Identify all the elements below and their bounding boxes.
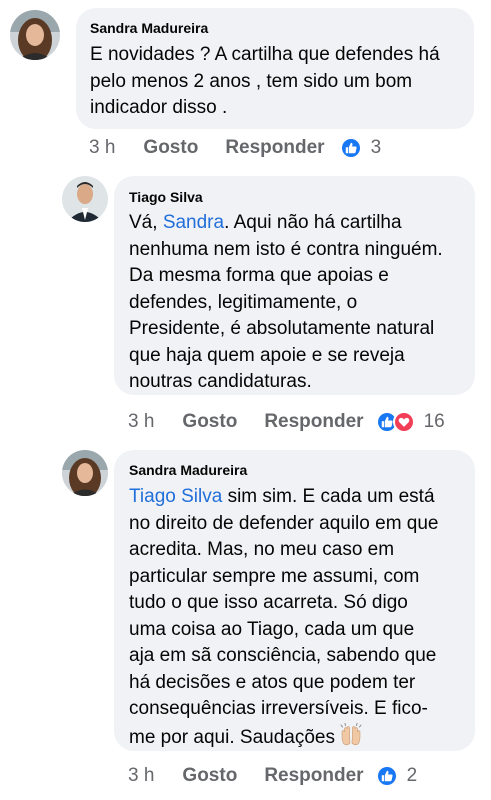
like-button[interactable]: Gosto bbox=[143, 137, 198, 159]
comment-text-line: indicador disso . bbox=[90, 97, 228, 118]
comment-actions: 3 h Gosto Responder 3 bbox=[89, 134, 389, 162]
comment-text-line: consequências irreversíveis. E fico- bbox=[129, 698, 428, 719]
like-icon bbox=[375, 765, 398, 787]
reactions-summary[interactable]: 16 bbox=[375, 411, 445, 433]
comment-bubble: Sandra Madureira E novidades ? A cartilh… bbox=[76, 8, 474, 129]
comment-bubble: Sandra Madureira Tiago Silva sim sim. E … bbox=[114, 450, 475, 751]
like-button[interactable]: Gosto bbox=[182, 411, 237, 433]
comment-timestamp[interactable]: 3 h bbox=[128, 411, 154, 433]
comment-text-line: me por aqui. Saudações bbox=[129, 722, 461, 756]
reply-button[interactable]: Responder bbox=[264, 411, 363, 433]
reaction-count: 3 bbox=[370, 137, 382, 158]
avatar[interactable] bbox=[10, 10, 60, 60]
profile-photo-sandra bbox=[62, 450, 108, 496]
comment-author[interactable]: Sandra Madureira bbox=[129, 462, 461, 478]
text-fragment: Vá, bbox=[129, 212, 163, 233]
reactions-summary[interactable]: 3 bbox=[339, 137, 382, 159]
avatar[interactable] bbox=[62, 450, 108, 496]
comment-text-line: tudo o que isso acarreta. Só digo bbox=[129, 592, 408, 613]
comment-author[interactable]: Sandra Madureira bbox=[90, 20, 460, 36]
profile-photo-tiago bbox=[62, 176, 108, 222]
comment-text-line: Tiago Silva sim sim. E cada um está bbox=[129, 484, 461, 511]
comment-text-line: que haja quem apoie e se reveja bbox=[129, 344, 405, 366]
comment-text-line: nenhuma nem isto é contra ninguém. bbox=[129, 238, 443, 260]
reply-button[interactable]: Responder bbox=[225, 137, 324, 159]
comment-text-line: aja em sã consciência, sabendo que bbox=[129, 645, 437, 666]
text-fragment: sim sim. E cada um está bbox=[222, 486, 435, 507]
avatar[interactable] bbox=[62, 176, 108, 222]
comment-text-line: particular sempre me assumi, com bbox=[129, 565, 420, 587]
comment-author[interactable]: Tiago Silva bbox=[129, 189, 461, 205]
text-fragment: me por aqui. Saudações bbox=[129, 726, 335, 748]
mention-link[interactable]: Sandra bbox=[163, 212, 224, 233]
comment-text-line: pelo menos 2 anos , tem sido um bom bbox=[90, 70, 413, 92]
mention-link[interactable]: Tiago Silva bbox=[129, 486, 222, 507]
comment-actions: 3 h Gosto Responder 16 bbox=[128, 408, 468, 436]
comment-text-line: E novidades ? A cartilha que defendes há bbox=[90, 44, 440, 65]
reply-button[interactable]: Responder bbox=[264, 765, 363, 787]
comment-text-line: acredita. Mas, no meu caso em bbox=[129, 539, 395, 560]
comment-text-line: Vá, Sandra. Aqui não há cartilha bbox=[129, 210, 461, 237]
comment-text-line: defendes, legitimamente, o bbox=[129, 291, 358, 313]
text-fragment: . Aqui não há cartilha bbox=[224, 212, 402, 233]
reactions-summary[interactable]: 2 bbox=[375, 765, 418, 787]
comment-text-line: uma coisa ao Tiago, cada um que bbox=[129, 618, 415, 640]
like-button[interactable]: Gosto bbox=[182, 765, 237, 787]
comment-text-line: Presidente, é absolutamente natural bbox=[129, 318, 435, 339]
comment-text-line: noutras candidaturas. bbox=[129, 371, 312, 392]
raising-hands-emoji bbox=[339, 722, 363, 756]
reaction-count: 2 bbox=[406, 765, 418, 786]
comment-timestamp[interactable]: 3 h bbox=[128, 765, 154, 787]
comment-bubble: Tiago Silva Vá, Sandra. Aqui não há cart… bbox=[114, 176, 475, 395]
comment-timestamp[interactable]: 3 h bbox=[89, 137, 115, 159]
comment-text-line: há decisões e atos que podem ter bbox=[129, 671, 416, 693]
comment-text-line: no direito de defender aquilo em que bbox=[129, 512, 439, 534]
profile-photo-sandra bbox=[10, 10, 60, 60]
love-icon bbox=[392, 411, 415, 433]
comment-actions: 3 h Gosto Responder 2 bbox=[128, 762, 468, 790]
reaction-count: 16 bbox=[423, 411, 445, 432]
like-icon bbox=[339, 137, 362, 159]
comment-text-line: Da mesma forma que apoias e bbox=[129, 265, 389, 286]
